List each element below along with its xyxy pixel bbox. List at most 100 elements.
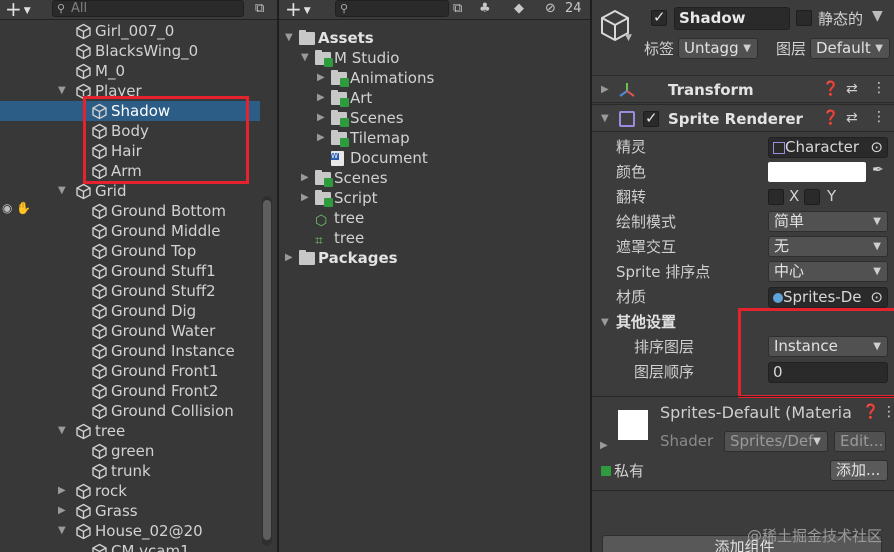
mask-interaction-dropdown[interactable]: 无 ▼ (768, 236, 888, 257)
hierarchy-search-input[interactable]: ⚲ All (52, 0, 244, 17)
hierarchy-item[interactable]: ▼ Grid (0, 181, 278, 201)
sprite-renderer-enabled-checkbox[interactable] (643, 109, 659, 127)
visibility-eye-icon[interactable]: ◉ ✋ (2, 201, 31, 215)
help-icon[interactable]: ❓ (822, 81, 839, 97)
sprite-renderer-header[interactable]: ▼ Sprite Renderer ❓ ⇄ ⋮ (592, 104, 894, 132)
hierarchy-item[interactable]: ▶ Grass (0, 501, 278, 521)
hierarchy-item[interactable]: Ground Front2 (0, 381, 278, 401)
search-options-icon[interactable]: ⧉ (255, 1, 264, 16)
tag-dropdown[interactable]: Untagg ▼ (678, 38, 758, 59)
expand-arrow-icon[interactable]: ▶ (58, 481, 66, 501)
expand-arrow-icon[interactable]: ▶ (301, 168, 309, 188)
object-picker-icon[interactable]: ⊙ (870, 138, 883, 157)
shader-dropdown[interactable]: Sprites/Def ▼ (724, 431, 828, 452)
collapse-arrow-icon[interactable]: ▼ (285, 28, 293, 48)
collapse-arrow-icon[interactable]: ▼ (58, 181, 66, 201)
hierarchy-item[interactable]: CM vcam1 (0, 541, 278, 552)
expand-arrow-icon[interactable]: ▶ (285, 248, 293, 268)
help-icon[interactable]: ❓ (862, 404, 879, 420)
project-item[interactable]: ⌗ tree (279, 228, 590, 249)
hierarchy-item[interactable]: Ground Stuff2 (0, 281, 278, 301)
hierarchy-item[interactable]: ▶ rock (0, 481, 278, 501)
other-settings-arrow-icon[interactable]: ▼ (601, 312, 609, 334)
collapse-arrow-icon[interactable]: ▼ (58, 81, 66, 101)
expand-arrow-icon[interactable]: ▶ (317, 88, 325, 108)
hierarchy-item[interactable]: trunk (0, 461, 278, 481)
object-picker-icon[interactable]: ⊙ (870, 288, 883, 307)
active-checkbox[interactable] (651, 8, 667, 26)
icon-dropdown-caret[interactable]: ▼ (625, 33, 632, 43)
hierarchy-item[interactable]: Ground Dig (0, 301, 278, 321)
flip-x-checkbox[interactable] (768, 189, 784, 205)
gameobject-icon (75, 483, 92, 500)
other-settings-foldout[interactable]: 其他设置 (616, 311, 676, 333)
hierarchy-item[interactable]: Ground Instance (0, 341, 278, 361)
hierarchy-item[interactable]: Ground Top (0, 241, 278, 261)
object-name-field[interactable]: Shadow (674, 7, 790, 30)
presets-icon[interactable]: ⇄ (846, 110, 858, 126)
static-dropdown-caret[interactable]: ▼ (872, 8, 883, 24)
more-options-icon[interactable]: ⋮ (872, 80, 886, 96)
draw-mode-dropdown[interactable]: 简单 ▼ (768, 211, 888, 232)
project-item[interactable]: ⬡ tree (279, 208, 590, 229)
hierarchy-item[interactable]: Ground Bottom (0, 201, 278, 221)
expand-arrow-icon[interactable]: ▶ (317, 128, 325, 148)
expand-arrow-icon[interactable]: ▶ (317, 68, 325, 88)
hierarchy-item[interactable]: BlacksWing_0 (0, 41, 278, 61)
create-asset-button[interactable]: + ▼ (285, 0, 311, 20)
hierarchy-item[interactable]: Ground Front1 (0, 361, 278, 381)
shader-edit-button[interactable]: Edit... (834, 431, 886, 452)
collapse-arrow-icon[interactable]: ▼ (301, 48, 309, 68)
layer-dropdown[interactable]: Default ▼ (810, 38, 890, 59)
expand-arrow-icon[interactable]: ▶ (317, 108, 325, 128)
hierarchy-item[interactable]: Girl_007_0 (0, 21, 278, 41)
add-button[interactable]: 添加... (830, 460, 888, 481)
project-item[interactable]: W Document (279, 148, 590, 168)
gameobject-icon (91, 363, 108, 380)
project-item[interactable]: ▶ Animations (279, 68, 590, 88)
private-check-icon[interactable] (601, 466, 611, 476)
more-options-icon[interactable]: ⋮ (882, 404, 894, 420)
project-item[interactable]: ▶ Scenes (279, 168, 590, 188)
collapse-arrow-icon[interactable]: ▼ (58, 521, 66, 541)
sort-point-dropdown[interactable]: 中心 ▼ (768, 261, 888, 282)
add-object-button[interactable]: + ▼ (5, 0, 31, 20)
project-item[interactable]: ▼ M Studio (279, 48, 590, 68)
project-item[interactable]: ▶ Scenes (279, 108, 590, 128)
hierarchy-item[interactable]: M_0 (0, 61, 278, 81)
expand-arrow-icon[interactable]: ▶ (58, 501, 66, 521)
watermark: @稀土掘金技术社区 (746, 527, 882, 545)
more-options-icon[interactable]: ⋮ (872, 109, 886, 125)
project-search-input[interactable]: ⚲ (335, 0, 449, 17)
eyedropper-icon[interactable]: ✒ (872, 162, 884, 178)
project-item[interactable]: ▶ Script (279, 188, 590, 208)
material-foldout-arrow-icon[interactable]: ▶ (600, 440, 608, 451)
filter-icon[interactable]: ♣ (479, 1, 491, 16)
hierarchy-item[interactable]: ▼ tree (0, 421, 278, 441)
presets-icon[interactable]: ⇄ (846, 81, 858, 97)
hidden-packages-icon[interactable]: ⊘ (545, 1, 556, 16)
hierarchy-item[interactable]: Ground Stuff1 (0, 261, 278, 281)
sprite-field[interactable]: Character ⊙ (768, 137, 888, 158)
expand-arrow-icon[interactable]: ▶ (301, 188, 309, 208)
static-checkbox[interactable] (796, 10, 812, 26)
color-swatch[interactable] (768, 162, 866, 182)
project-item[interactable]: ▶ Packages (279, 248, 590, 268)
project-item[interactable]: ▼ Assets (279, 28, 590, 48)
hierarchy-item[interactable]: Ground Water (0, 321, 278, 341)
hierarchy-item[interactable]: green (0, 441, 278, 461)
hierarchy-item[interactable]: Ground Middle (0, 221, 278, 241)
layer-label: 图层 (776, 40, 807, 58)
help-icon[interactable]: ❓ (822, 110, 839, 126)
collapse-arrow-icon[interactable]: ▼ (58, 421, 66, 441)
project-item[interactable]: ▶ Art (279, 88, 590, 108)
flip-y-checkbox[interactable] (804, 189, 820, 205)
hierarchy-item[interactable]: Ground Collision (0, 401, 278, 421)
hierarchy-item[interactable]: ▼ House_02@20 (0, 521, 278, 541)
project-item[interactable]: ▶ Tilemap (279, 128, 590, 148)
hierarchy-scroll-thumb[interactable] (263, 200, 271, 540)
label-icon[interactable]: ◆ (514, 1, 524, 16)
material-field[interactable]: Sprites-De ⊙ (768, 287, 888, 308)
transform-header[interactable]: ▶ Transform ❓ ⇄ ⋮ (592, 75, 894, 103)
search-by-type-icon[interactable]: ⧉ (453, 1, 462, 16)
